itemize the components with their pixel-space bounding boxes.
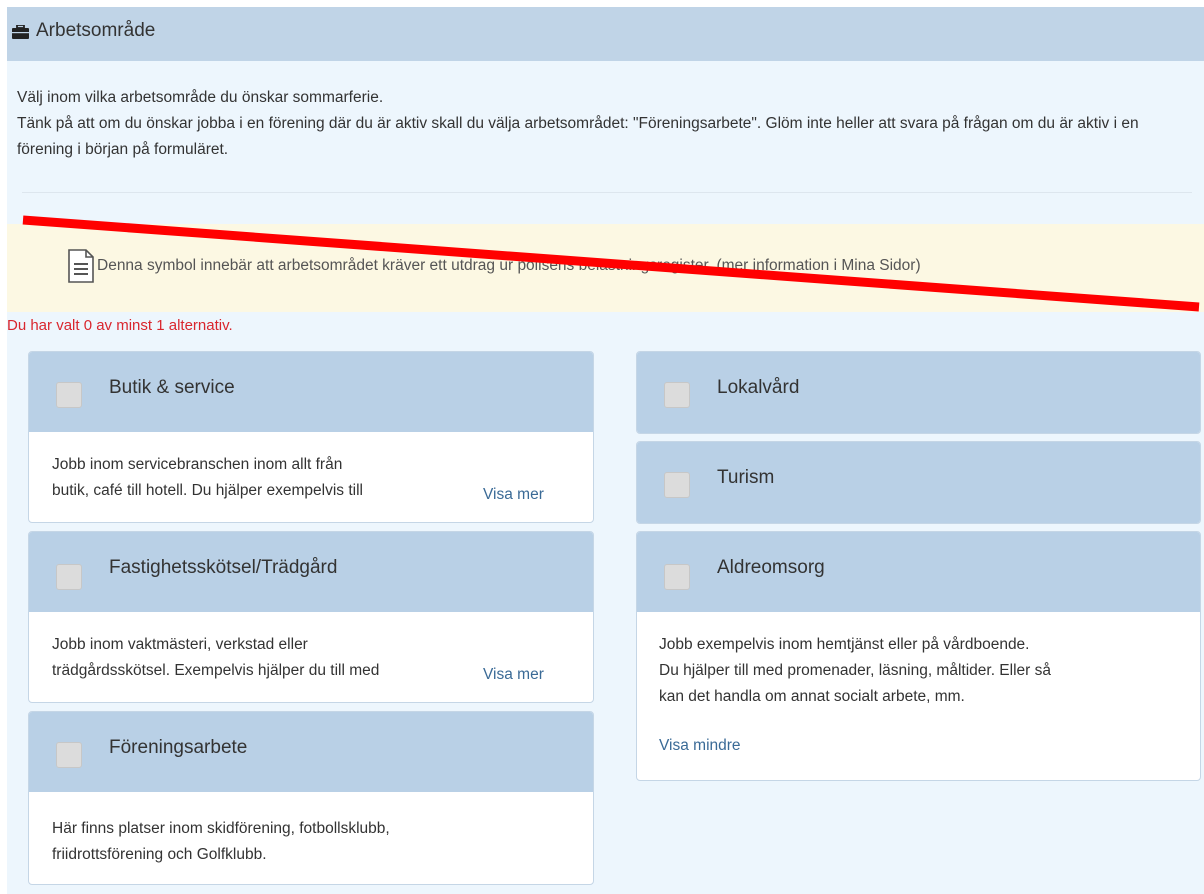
description-line: Jobb inom vaktmästeri, verkstad eller: [52, 636, 308, 653]
card-title: Fastighetsskötsel/Trädgård: [109, 557, 338, 578]
description-line: Jobb inom servicebranschen inom allt frå…: [52, 456, 343, 473]
card-description: Jobb exempelvis inom hemtjänst eller på …: [659, 632, 1051, 710]
foreningsarbete-checkbox[interactable]: [56, 742, 82, 768]
description-line: trädgårdsskötsel. Exempelvis hjälper du …: [52, 662, 380, 679]
card-lokalvard: Lokalvård: [636, 351, 1201, 434]
butik-service-checkbox[interactable]: [56, 382, 82, 408]
card-aldreomsorg: Aldreomsorg Jobb exempelvis inom hemtjän…: [636, 531, 1201, 781]
card-header[interactable]: Aldreomsorg: [637, 532, 1200, 612]
visa-mer-link[interactable]: Visa mer: [483, 486, 544, 504]
visa-mindre-link[interactable]: Visa mindre: [659, 737, 741, 755]
card-turism: Turism: [636, 441, 1201, 524]
briefcase-icon: [12, 25, 29, 39]
turism-checkbox[interactable]: [664, 472, 690, 498]
description-line: Jobb exempelvis inom hemtjänst eller på …: [659, 636, 1030, 653]
description-line: friidrottsförening och Golfklubb.: [52, 846, 267, 863]
card-title: Lokalvård: [717, 377, 800, 398]
card-butik-service: Butik & service Jobb inom servicebransch…: [28, 351, 594, 523]
aldreomsorg-checkbox[interactable]: [664, 564, 690, 590]
panel-title: Arbetsområde: [36, 20, 156, 41]
card-header[interactable]: Föreningsarbete: [29, 712, 593, 792]
divider: [22, 192, 1192, 193]
card-header[interactable]: Butik & service: [29, 352, 593, 432]
description-line: butik, café till hotell. Du hjälper exem…: [52, 482, 363, 499]
fastighet-checkbox[interactable]: [56, 564, 82, 590]
card-title: Föreningsarbete: [109, 737, 248, 758]
lokalvard-checkbox[interactable]: [664, 382, 690, 408]
arbetsomrade-panel: Arbetsområde Välj inom vilka arbetsområd…: [7, 7, 1204, 894]
intro-line-1: Välj inom vilka arbetsområde du önskar s…: [17, 89, 384, 106]
notice-text: Denna symbol innebär att arbetsområdet k…: [97, 257, 921, 274]
visa-mer-link[interactable]: Visa mer: [483, 666, 544, 684]
card-header[interactable]: Fastighetsskötsel/Trädgård: [29, 532, 593, 612]
description-line: kan det handla om annat socialt arbete, …: [659, 688, 965, 705]
card-title: Butik & service: [109, 377, 235, 398]
card-fastighetsskotsel: Fastighetsskötsel/Trädgård Jobb inom vak…: [28, 531, 594, 703]
intro-text: Välj inom vilka arbetsområde du önskar s…: [17, 85, 1197, 163]
card-foreningsarbete: Föreningsarbete Här finns platser inom s…: [28, 711, 594, 885]
card-description: Här finns platser inom skidförening, fot…: [52, 816, 390, 868]
card-header[interactable]: Lokalvård: [637, 352, 1200, 433]
intro-line-2: Tänk på att om du önskar jobba i en före…: [17, 115, 1139, 158]
card-title: Turism: [717, 467, 775, 488]
card-header[interactable]: Turism: [637, 442, 1200, 523]
description-line: Du hjälper till med promenader, läsning,…: [659, 662, 1051, 679]
card-description: Jobb inom vaktmästeri, verkstad eller tr…: [52, 632, 379, 684]
document-icon: [68, 249, 94, 283]
card-title: Aldreomsorg: [717, 557, 825, 578]
notice-box: Denna symbol innebär att arbetsområdet k…: [7, 224, 1204, 312]
panel-header: Arbetsområde: [7, 7, 1204, 61]
selection-status: Du har valt 0 av minst 1 alternativ.: [7, 317, 233, 334]
card-description: Jobb inom servicebranschen inom allt frå…: [52, 452, 363, 504]
description-line: Här finns platser inom skidförening, fot…: [52, 820, 390, 837]
